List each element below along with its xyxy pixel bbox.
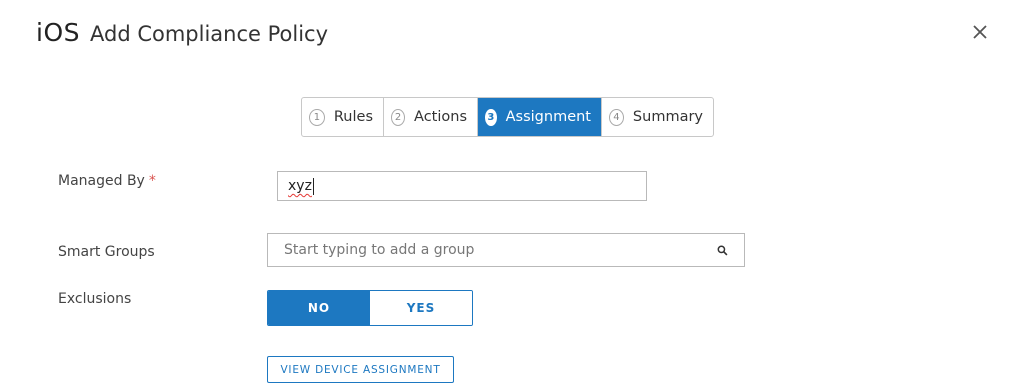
exclusions-toggle: NO YES [267,290,473,326]
smart-groups-input[interactable]: Start typing to add a group [267,233,745,267]
search-icon [717,245,728,255]
close-icon [973,25,987,39]
step-label: Assignment [505,109,591,125]
page-header: iOS Add Compliance Policy [36,18,328,52]
wizard-steps: 1 Rules 2 Actions 3 Assignment 4 Summary [301,97,714,137]
step-number: 3 [485,108,497,126]
smart-groups-label: Smart Groups [58,244,155,260]
managed-by-value: xyz [288,178,312,194]
page-title: Add Compliance Policy [90,22,329,46]
step-label: Summary [632,109,703,125]
platform-label: iOS [36,18,80,47]
exclusions-no-option[interactable]: NO [268,291,370,325]
managed-by-label: Managed By * [58,173,156,189]
managed-by-input[interactable]: xyz [277,171,647,201]
managed-by-label-text: Managed By [58,173,145,189]
wizard-step-actions[interactable]: 2 Actions [384,98,478,136]
text-caret [312,177,314,195]
step-number: 2 [391,108,406,126]
view-device-assignment-button[interactable]: VIEW DEVICE ASSIGNMENT [267,356,454,383]
wizard-step-rules[interactable]: 1 Rules [302,98,384,136]
smart-groups-placeholder: Start typing to add a group [284,242,475,258]
step-number: 4 [609,108,624,126]
wizard-step-summary[interactable]: 4 Summary [602,98,713,136]
wizard-step-assignment[interactable]: 3 Assignment [478,98,602,136]
exclusions-yes-option[interactable]: YES [370,291,472,325]
exclusions-label: Exclusions [58,291,132,307]
search-button[interactable] [717,245,728,256]
step-number: 1 [309,108,325,126]
required-marker: * [148,173,156,189]
step-label: Rules [333,109,373,125]
step-label: Actions [414,109,467,125]
close-button[interactable] [968,20,992,44]
